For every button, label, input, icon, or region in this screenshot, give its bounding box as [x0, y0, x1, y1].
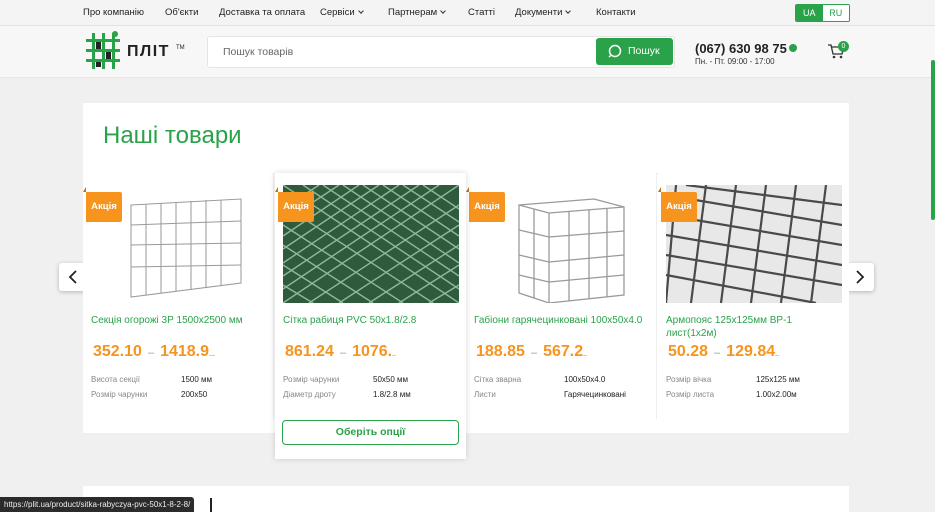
product-card[interactable]: Акція Габіони гарячецинковані 100х50х4.0…	[466, 173, 657, 419]
attr-label: Діаметр дроту	[283, 390, 336, 399]
attr-label: Сітка зварна	[474, 375, 522, 384]
lang-ua[interactable]: UA	[796, 5, 823, 21]
nav-articles[interactable]: Статті	[468, 7, 495, 18]
lang-ru[interactable]: RU	[822, 5, 849, 21]
chevron-down-icon	[357, 8, 364, 14]
attr-value: 125х125 мм	[756, 375, 800, 384]
nav-about[interactable]: Про компанію	[83, 7, 144, 18]
sale-badge: Акція	[466, 187, 505, 222]
price-max: 567.2	[543, 343, 584, 360]
next-section-heading-mark	[210, 498, 212, 512]
cart-count-badge: 0	[838, 41, 849, 52]
nav-documents-label: Документи	[515, 7, 563, 18]
attr-value: 1.00х2.00м	[756, 390, 797, 399]
nav-delivery-label: Доставка та оплата	[219, 7, 306, 18]
price-ellipsis: ..	[775, 351, 779, 358]
nav-documents[interactable]: Документи	[515, 7, 572, 18]
nav-services[interactable]: Сервіси	[320, 7, 364, 18]
next-section	[83, 486, 849, 512]
price-min: 861.24	[285, 343, 334, 360]
top-navigation: Про компанію Об'єкти Доставка та оплата …	[0, 0, 935, 26]
price-max: 1076.	[352, 343, 393, 360]
price-min: 352.10	[93, 343, 142, 360]
nav-delivery[interactable]: Доставка та оплата	[219, 7, 305, 18]
nav-services-label: Сервіси	[320, 7, 355, 18]
logo-text: ПЛІТ	[127, 43, 170, 60]
attr-value: 1.8/2.8 мм	[373, 390, 411, 399]
sale-badge: Акція	[275, 187, 314, 222]
product-card[interactable]: Акція Сітка рабиця PVC 50х1.8/2.8 861.24…	[275, 173, 466, 459]
card-separator	[273, 173, 274, 419]
price-ellipsis: ..	[583, 351, 587, 358]
price-ellipsis: ...	[209, 351, 215, 358]
attr-value: Гарячецинковані	[564, 390, 626, 399]
language-switcher: UA RU	[795, 4, 850, 22]
price-min: 50.28	[668, 343, 709, 360]
attr-label: Розмір чарунки	[283, 375, 340, 384]
logo-trademark: TM	[176, 45, 185, 51]
chevron-left-icon	[68, 270, 77, 284]
search-button-label: Пошук	[628, 45, 660, 57]
phone-number[interactable]: (067) 630 98 75	[695, 41, 787, 56]
attr-label: Розмір вічка	[666, 375, 712, 384]
chevron-down-icon	[440, 8, 447, 14]
attr-value: 50х50 мм	[373, 375, 409, 384]
attr-value: 100х50х4.0	[564, 375, 606, 384]
card-separator	[656, 173, 657, 419]
working-hours: Пн. - Пт. 09:00 - 17:00	[695, 57, 775, 66]
search-button[interactable]: Пошук	[596, 38, 673, 65]
price-dash: –	[339, 347, 347, 359]
section-title: Наші товари	[103, 122, 242, 149]
sale-badge: Акція	[658, 187, 697, 222]
search-icon	[608, 44, 622, 58]
attr-label: Висота секції	[91, 375, 140, 384]
nav-contacts-label: Контакти	[596, 7, 636, 18]
nav-partners-label: Партнерам	[388, 7, 438, 18]
product-card[interactable]: Акція Армопояс 125х125мм ВР-1 лист(1х2м)…	[658, 173, 849, 419]
product-price: 188.85–567.2..	[476, 343, 587, 361]
chevron-down-icon	[565, 8, 572, 14]
nav-articles-label: Статті	[468, 7, 495, 18]
price-min: 188.85	[476, 343, 525, 360]
product-price: 50.28–129.84..	[668, 343, 779, 361]
price-max: 1418.9	[160, 343, 209, 360]
nav-contacts[interactable]: Контакти	[596, 7, 636, 18]
sale-badge: Акція	[83, 187, 122, 222]
search-placeholder: Пошук товарів	[223, 46, 294, 58]
page-scrollbar[interactable]	[931, 60, 935, 220]
product-name[interactable]: Габіони гарячецинковані 100х50х4.0	[474, 314, 650, 327]
choose-options-button[interactable]: Оберіть опції	[282, 420, 459, 445]
nav-objects[interactable]: Об'єкти	[165, 7, 198, 18]
status-dot-icon	[789, 44, 797, 52]
chevron-right-icon	[856, 270, 865, 284]
product-name[interactable]: Сітка рабиця PVC 50х1.8/2.8	[283, 314, 459, 327]
attr-label: Розмір чарунки	[91, 390, 148, 399]
price-dash: –	[714, 347, 721, 359]
price-dash: –	[530, 347, 538, 359]
carousel-next-button[interactable]	[846, 263, 874, 291]
product-price: 352.10–1418.9...	[93, 343, 215, 361]
attr-value: 200х50	[181, 390, 208, 399]
nav-about-label: Про компанію	[83, 7, 145, 18]
site-header: ПЛІТ TM Пошук товарів Пошук (067) 630 98…	[0, 26, 935, 78]
product-name[interactable]: Секція огорожі 3Р 1500х2500 мм	[91, 314, 267, 327]
price-dash: –	[147, 347, 155, 359]
price-max: 129.84	[726, 343, 776, 360]
attr-value: 1500 мм	[181, 375, 213, 384]
price-ellipsis: ..	[392, 351, 396, 358]
product-name[interactable]: Армопояс 125х125мм ВР-1 лист(1х2м)	[666, 314, 842, 340]
product-price: 861.24–1076...	[285, 343, 396, 361]
attr-label: Листи	[474, 390, 496, 399]
nav-objects-label: Об'єкти	[165, 7, 199, 18]
product-card[interactable]: Акція Секція огорожі 3Р 1500х2500 мм 352…	[83, 173, 274, 419]
status-bar-url: https://plit.ua/product/sitka-rabyczya-p…	[0, 497, 195, 512]
nav-partners[interactable]: Партнерам	[388, 7, 447, 18]
attr-label: Розмір листа	[666, 390, 715, 399]
